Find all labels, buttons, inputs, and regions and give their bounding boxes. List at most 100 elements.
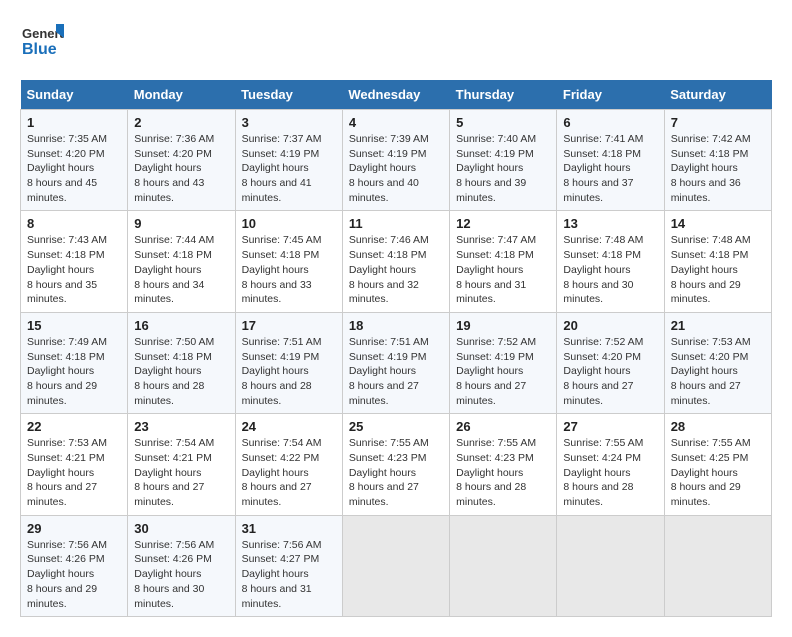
day-number: 11 [349,216,443,231]
calendar-day-cell: 26 Sunrise: 7:55 AMSunset: 4:23 PMDayligh… [450,414,557,515]
calendar-day-cell: 5 Sunrise: 7:40 AMSunset: 4:19 PMDaylight… [450,110,557,211]
day-info: Sunrise: 7:56 AMSunset: 4:26 PMDaylight … [134,538,228,611]
calendar-table: SundayMondayTuesdayWednesdayThursdayFrid… [20,80,772,617]
day-info: Sunrise: 7:52 AMSunset: 4:19 PMDaylight … [456,335,550,408]
calendar-day-cell: 23Sunrise: 7:54 AMSunset: 4:21 PMDayligh… [128,414,235,515]
day-number: 26 [456,419,550,434]
calendar-week-row: 15Sunrise: 7:49 AMSunset: 4:18 PMDayligh… [21,312,772,413]
day-number: 9 [134,216,228,231]
calendar-day-cell: 25 Sunrise: 7:55 AMSunset: 4:23 PMDayligh… [342,414,449,515]
day-info: Sunrise: 7:55 AMSunset: 4:23 PMDaylight … [456,436,550,509]
day-number: 17 [242,318,336,333]
day-number: 13 [563,216,657,231]
day-number: 10 [242,216,336,231]
calendar-day-cell: 8 Sunrise: 7:43 AMSunset: 4:18 PMDaylight… [21,211,128,312]
calendar-week-row: 1 Sunrise: 7:35 AMSunset: 4:20 PMDaylight… [21,110,772,211]
calendar-day-cell: 13 Sunrise: 7:48 AMSunset: 4:18 PMDayligh… [557,211,664,312]
calendar-day-cell: 20 Sunrise: 7:52 AMSunset: 4:20 PMDayligh… [557,312,664,413]
day-info: Sunrise: 7:40 AMSunset: 4:19 PMDaylight … [456,132,550,205]
day-info: Sunrise: 7:55 AMSunset: 4:24 PMDaylight … [563,436,657,509]
calendar-day-cell [342,515,449,616]
day-of-week-header: Monday [128,80,235,110]
day-number: 29 [27,521,121,536]
calendar-day-cell: 12Sunrise: 7:47 AMSunset: 4:18 PMDayligh… [450,211,557,312]
page-header: General Blue [20,20,772,64]
calendar-day-cell: 11Sunrise: 7:46 AMSunset: 4:18 PMDayligh… [342,211,449,312]
day-number: 14 [671,216,765,231]
day-number: 24 [242,419,336,434]
day-info: Sunrise: 7:48 AMSunset: 4:18 PMDaylight … [563,233,657,306]
calendar-day-cell: 30 Sunrise: 7:56 AMSunset: 4:26 PMDayligh… [128,515,235,616]
day-number: 27 [563,419,657,434]
calendar-day-cell [450,515,557,616]
calendar-day-cell: 19 Sunrise: 7:52 AMSunset: 4:19 PMDayligh… [450,312,557,413]
day-of-week-header: Saturday [664,80,771,110]
day-number: 30 [134,521,228,536]
day-info: Sunrise: 7:36 AMSunset: 4:20 PMDaylight … [134,132,228,205]
calendar-day-cell: 6 Sunrise: 7:41 AMSunset: 4:18 PMDaylight… [557,110,664,211]
day-info: Sunrise: 7:55 AMSunset: 4:23 PMDaylight … [349,436,443,509]
calendar-day-cell: 10 Sunrise: 7:45 AMSunset: 4:18 PMDayligh… [235,211,342,312]
day-number: 19 [456,318,550,333]
calendar-day-cell: 15Sunrise: 7:49 AMSunset: 4:18 PMDayligh… [21,312,128,413]
calendar-day-cell: 18 Sunrise: 7:51 AMSunset: 4:19 PMDayligh… [342,312,449,413]
day-number: 16 [134,318,228,333]
day-number: 6 [563,115,657,130]
day-info: Sunrise: 7:37 AMSunset: 4:19 PMDaylight … [242,132,336,205]
day-info: Sunrise: 7:56 AMSunset: 4:27 PMDaylight … [242,538,336,611]
day-info: Sunrise: 7:44 AMSunset: 4:18 PMDaylight … [134,233,228,306]
calendar-day-cell: 29 Sunrise: 7:56 AMSunset: 4:26 PMDayligh… [21,515,128,616]
day-info: Sunrise: 7:53 AMSunset: 4:21 PMDaylight … [27,436,121,509]
calendar-day-cell: 14 Sunrise: 7:48 AMSunset: 4:18 PMDayligh… [664,211,771,312]
day-info: Sunrise: 7:52 AMSunset: 4:20 PMDaylight … [563,335,657,408]
day-info: Sunrise: 7:51 AMSunset: 4:19 PMDaylight … [349,335,443,408]
calendar-day-cell: 7Sunrise: 7:42 AMSunset: 4:18 PMDaylight… [664,110,771,211]
day-of-week-header: Sunday [21,80,128,110]
calendar-day-cell: 24Sunrise: 7:54 AMSunset: 4:22 PMDayligh… [235,414,342,515]
calendar-day-cell: 2 Sunrise: 7:36 AMSunset: 4:20 PMDaylight… [128,110,235,211]
day-number: 8 [27,216,121,231]
day-info: Sunrise: 7:50 AMSunset: 4:18 PMDaylight … [134,335,228,408]
calendar-day-cell [557,515,664,616]
day-number: 1 [27,115,121,130]
day-number: 18 [349,318,443,333]
calendar-day-cell [664,515,771,616]
day-info: Sunrise: 7:43 AMSunset: 4:18 PMDaylight … [27,233,121,306]
day-number: 5 [456,115,550,130]
day-info: Sunrise: 7:56 AMSunset: 4:26 PMDaylight … [27,538,121,611]
day-number: 28 [671,419,765,434]
calendar-header-row: SundayMondayTuesdayWednesdayThursdayFrid… [21,80,772,110]
calendar-week-row: 22 Sunrise: 7:53 AMSunset: 4:21 PMDayligh… [21,414,772,515]
day-number: 22 [27,419,121,434]
calendar-week-row: 8 Sunrise: 7:43 AMSunset: 4:18 PMDaylight… [21,211,772,312]
day-info: Sunrise: 7:53 AMSunset: 4:20 PMDaylight … [671,335,765,408]
calendar-day-cell: 4 Sunrise: 7:39 AMSunset: 4:19 PMDaylight… [342,110,449,211]
day-number: 7 [671,115,765,130]
day-number: 2 [134,115,228,130]
calendar-day-cell: 9 Sunrise: 7:44 AMSunset: 4:18 PMDaylight… [128,211,235,312]
calendar-day-cell: 21 Sunrise: 7:53 AMSunset: 4:20 PMDayligh… [664,312,771,413]
day-of-week-header: Friday [557,80,664,110]
logo: General Blue [20,20,64,64]
day-info: Sunrise: 7:41 AMSunset: 4:18 PMDaylight … [563,132,657,205]
calendar-day-cell: 1 Sunrise: 7:35 AMSunset: 4:20 PMDaylight… [21,110,128,211]
day-info: Sunrise: 7:47 AMSunset: 4:18 PMDaylight … [456,233,550,306]
day-of-week-header: Wednesday [342,80,449,110]
day-of-week-header: Thursday [450,80,557,110]
day-number: 21 [671,318,765,333]
day-info: Sunrise: 7:35 AMSunset: 4:20 PMDaylight … [27,132,121,205]
day-number: 31 [242,521,336,536]
day-info: Sunrise: 7:55 AMSunset: 4:25 PMDaylight … [671,436,765,509]
day-number: 15 [27,318,121,333]
day-info: Sunrise: 7:45 AMSunset: 4:18 PMDaylight … [242,233,336,306]
day-info: Sunrise: 7:48 AMSunset: 4:18 PMDaylight … [671,233,765,306]
day-number: 25 [349,419,443,434]
day-number: 20 [563,318,657,333]
day-info: Sunrise: 7:39 AMSunset: 4:19 PMDaylight … [349,132,443,205]
day-number: 4 [349,115,443,130]
calendar-day-cell: 27 Sunrise: 7:55 AMSunset: 4:24 PMDayligh… [557,414,664,515]
calendar-day-cell: 22 Sunrise: 7:53 AMSunset: 4:21 PMDayligh… [21,414,128,515]
day-of-week-header: Tuesday [235,80,342,110]
logo-container: General Blue [20,20,64,64]
day-number: 3 [242,115,336,130]
